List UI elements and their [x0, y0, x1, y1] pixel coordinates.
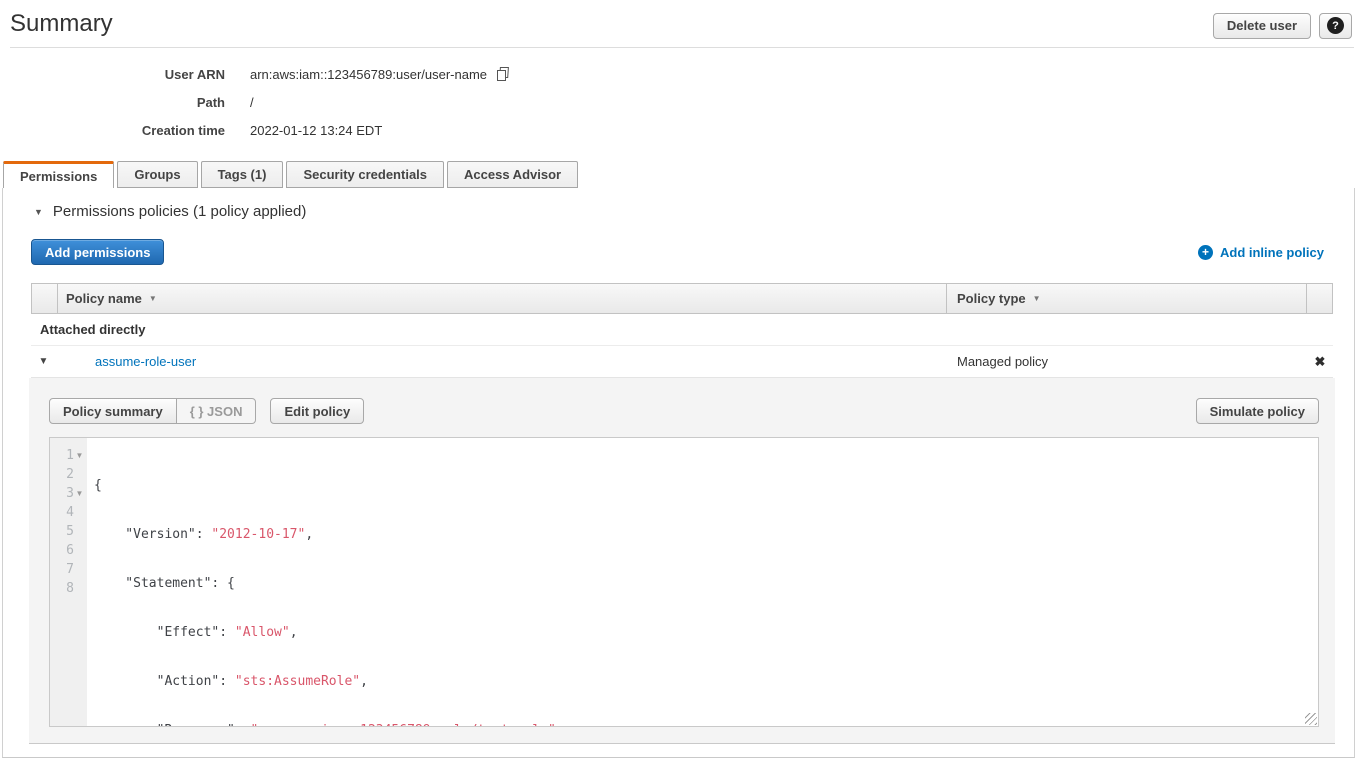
question-icon: ?	[1327, 17, 1344, 34]
section-collapse-caret-icon: ▼	[34, 207, 43, 217]
section-title: Permissions policies (1 policy applied)	[53, 203, 306, 220]
code-line: "Statement": {	[94, 574, 1318, 593]
permissions-tab-panel: ▼ Permissions policies (1 policy applied…	[2, 188, 1355, 758]
action-column-header	[1306, 284, 1332, 313]
tab-groups[interactable]: Groups	[117, 161, 197, 188]
attached-directly-group-row: Attached directly	[31, 314, 1333, 346]
code-line: "Effect": "Allow",	[94, 623, 1318, 642]
header-actions: Delete user ?	[1213, 13, 1352, 39]
gutter-line: 3 ▼	[50, 484, 87, 503]
code-line: {	[94, 476, 1318, 495]
user-details: User ARN arn:aws:iam::123456789:user/use…	[0, 60, 511, 144]
policy-summary-button[interactable]: Policy summary	[49, 398, 177, 424]
code-line: "Action": "sts:AssumeRole",	[94, 672, 1318, 691]
add-inline-policy-link[interactable]: + Add inline policy	[1198, 245, 1324, 260]
permissions-policies-section-toggle[interactable]: ▼ Permissions policies (1 policy applied…	[34, 203, 306, 220]
gutter-line: 1 ▼	[50, 446, 87, 465]
user-arn-label: User ARN	[0, 67, 225, 82]
edit-policy-button[interactable]: Edit policy	[270, 398, 364, 424]
editor-resize-handle[interactable]	[1305, 713, 1317, 725]
policy-type-header-label: Policy type	[957, 291, 1026, 306]
policy-name-cell: assume-role-user	[56, 354, 947, 369]
tab-permissions[interactable]: Permissions	[3, 161, 114, 188]
path-value: /	[250, 95, 254, 110]
policy-name-header-label: Policy name	[66, 291, 142, 306]
detail-row-user-arn: User ARN arn:aws:iam::123456789:user/use…	[0, 60, 511, 88]
line-number: 5	[66, 524, 74, 539]
tab-security-credentials[interactable]: Security credentials	[286, 161, 444, 188]
gutter-line: 2 ▼	[50, 465, 87, 484]
plus-circle-icon: +	[1198, 245, 1213, 260]
editor-line-number-gutter: 1 ▼ 2 ▼ 3 ▼ 4 ▼	[50, 438, 87, 726]
fold-caret-icon[interactable]: ▼	[74, 451, 85, 460]
gutter-line: 6 ▼	[50, 541, 87, 560]
copy-icon-svg	[495, 66, 511, 82]
tab-access-advisor[interactable]: Access Advisor	[447, 161, 578, 188]
detail-row-path: Path /	[0, 88, 511, 116]
line-number: 8	[66, 581, 74, 596]
creation-time-label: Creation time	[0, 123, 225, 138]
add-inline-policy-label: Add inline policy	[1220, 245, 1324, 260]
sort-caret-icon: ▼	[149, 294, 157, 303]
tab-bar: Permissions Groups Tags (1) Security cre…	[3, 161, 578, 188]
line-number: 7	[66, 562, 74, 577]
delete-user-button[interactable]: Delete user	[1213, 13, 1311, 39]
row-expander[interactable]: ▼	[31, 356, 56, 367]
page-title: Summary	[10, 10, 113, 38]
detach-policy-button[interactable]: ✖	[1307, 354, 1333, 370]
line-number: 3	[66, 486, 74, 501]
detail-row-creation-time: Creation time 2022-01-12 13:24 EDT	[0, 116, 511, 144]
header-divider	[10, 47, 1354, 48]
gutter-line: 4 ▼	[50, 503, 87, 522]
policies-table-header: Policy name ▼ Policy type ▼	[31, 283, 1333, 314]
policy-view-buttons: Policy summary { } JSON Edit policy	[49, 398, 364, 424]
line-number: 6	[66, 543, 74, 558]
gutter-line: 7 ▼	[50, 560, 87, 579]
json-button[interactable]: { } JSON	[177, 398, 257, 424]
policy-json-editor: 1 ▼ 2 ▼ 3 ▼ 4 ▼	[49, 437, 1319, 727]
policy-detail-area: Policy summary { } JSON Edit policy Simu…	[29, 378, 1335, 744]
fold-caret-icon[interactable]: ▼	[74, 489, 85, 498]
policy-type-cell: Managed policy	[947, 354, 1307, 369]
policy-type-column-header[interactable]: Policy type ▼	[946, 284, 1306, 313]
row-expand-caret-icon: ▼	[39, 356, 49, 367]
policies-table: Policy name ▼ Policy type ▼ Attached dir…	[31, 283, 1333, 378]
line-number: 4	[66, 505, 74, 520]
line-number: 1	[66, 448, 74, 463]
table-row: ▼ assume-role-user Managed policy ✖	[31, 346, 1333, 378]
copy-icon[interactable]	[495, 66, 511, 82]
line-number: 2	[66, 467, 74, 482]
code-line: "Version": "2012-10-17",	[94, 525, 1318, 544]
creation-time-value: 2022-01-12 13:24 EDT	[250, 123, 382, 138]
policy-name-column-header[interactable]: Policy name ▼	[57, 284, 946, 313]
group-row-label: Attached directly	[40, 322, 145, 337]
policy-name-link[interactable]: assume-role-user	[95, 354, 196, 369]
gutter-line: 5 ▼	[50, 522, 87, 541]
gutter-line: 8 ▼	[50, 579, 87, 598]
user-arn-value: arn:aws:iam::123456789:user/user-name	[250, 67, 487, 82]
add-permissions-button[interactable]: Add permissions	[31, 239, 164, 265]
close-icon: ✖	[1315, 354, 1326, 369]
iam-user-summary-page: Summary Delete user ? User ARN arn:aws:i…	[0, 0, 1362, 766]
simulate-policy-button[interactable]: Simulate policy	[1196, 398, 1319, 424]
code-line: "Resource": "arn:aws:iam::123456789:role…	[94, 721, 1318, 726]
path-label: Path	[0, 95, 225, 110]
page-header: Summary Delete user ?	[10, 0, 1352, 47]
expander-column-header	[32, 284, 57, 313]
policy-view-toggle: Policy summary { } JSON	[49, 398, 256, 424]
help-button[interactable]: ?	[1319, 13, 1352, 39]
user-arn-value-wrap: arn:aws:iam::123456789:user/user-name	[250, 66, 511, 82]
tab-tags[interactable]: Tags (1)	[201, 161, 284, 188]
editor-code-area[interactable]: { "Version": "2012-10-17", "Statement": …	[87, 438, 1318, 726]
sort-caret-icon: ▼	[1033, 294, 1041, 303]
